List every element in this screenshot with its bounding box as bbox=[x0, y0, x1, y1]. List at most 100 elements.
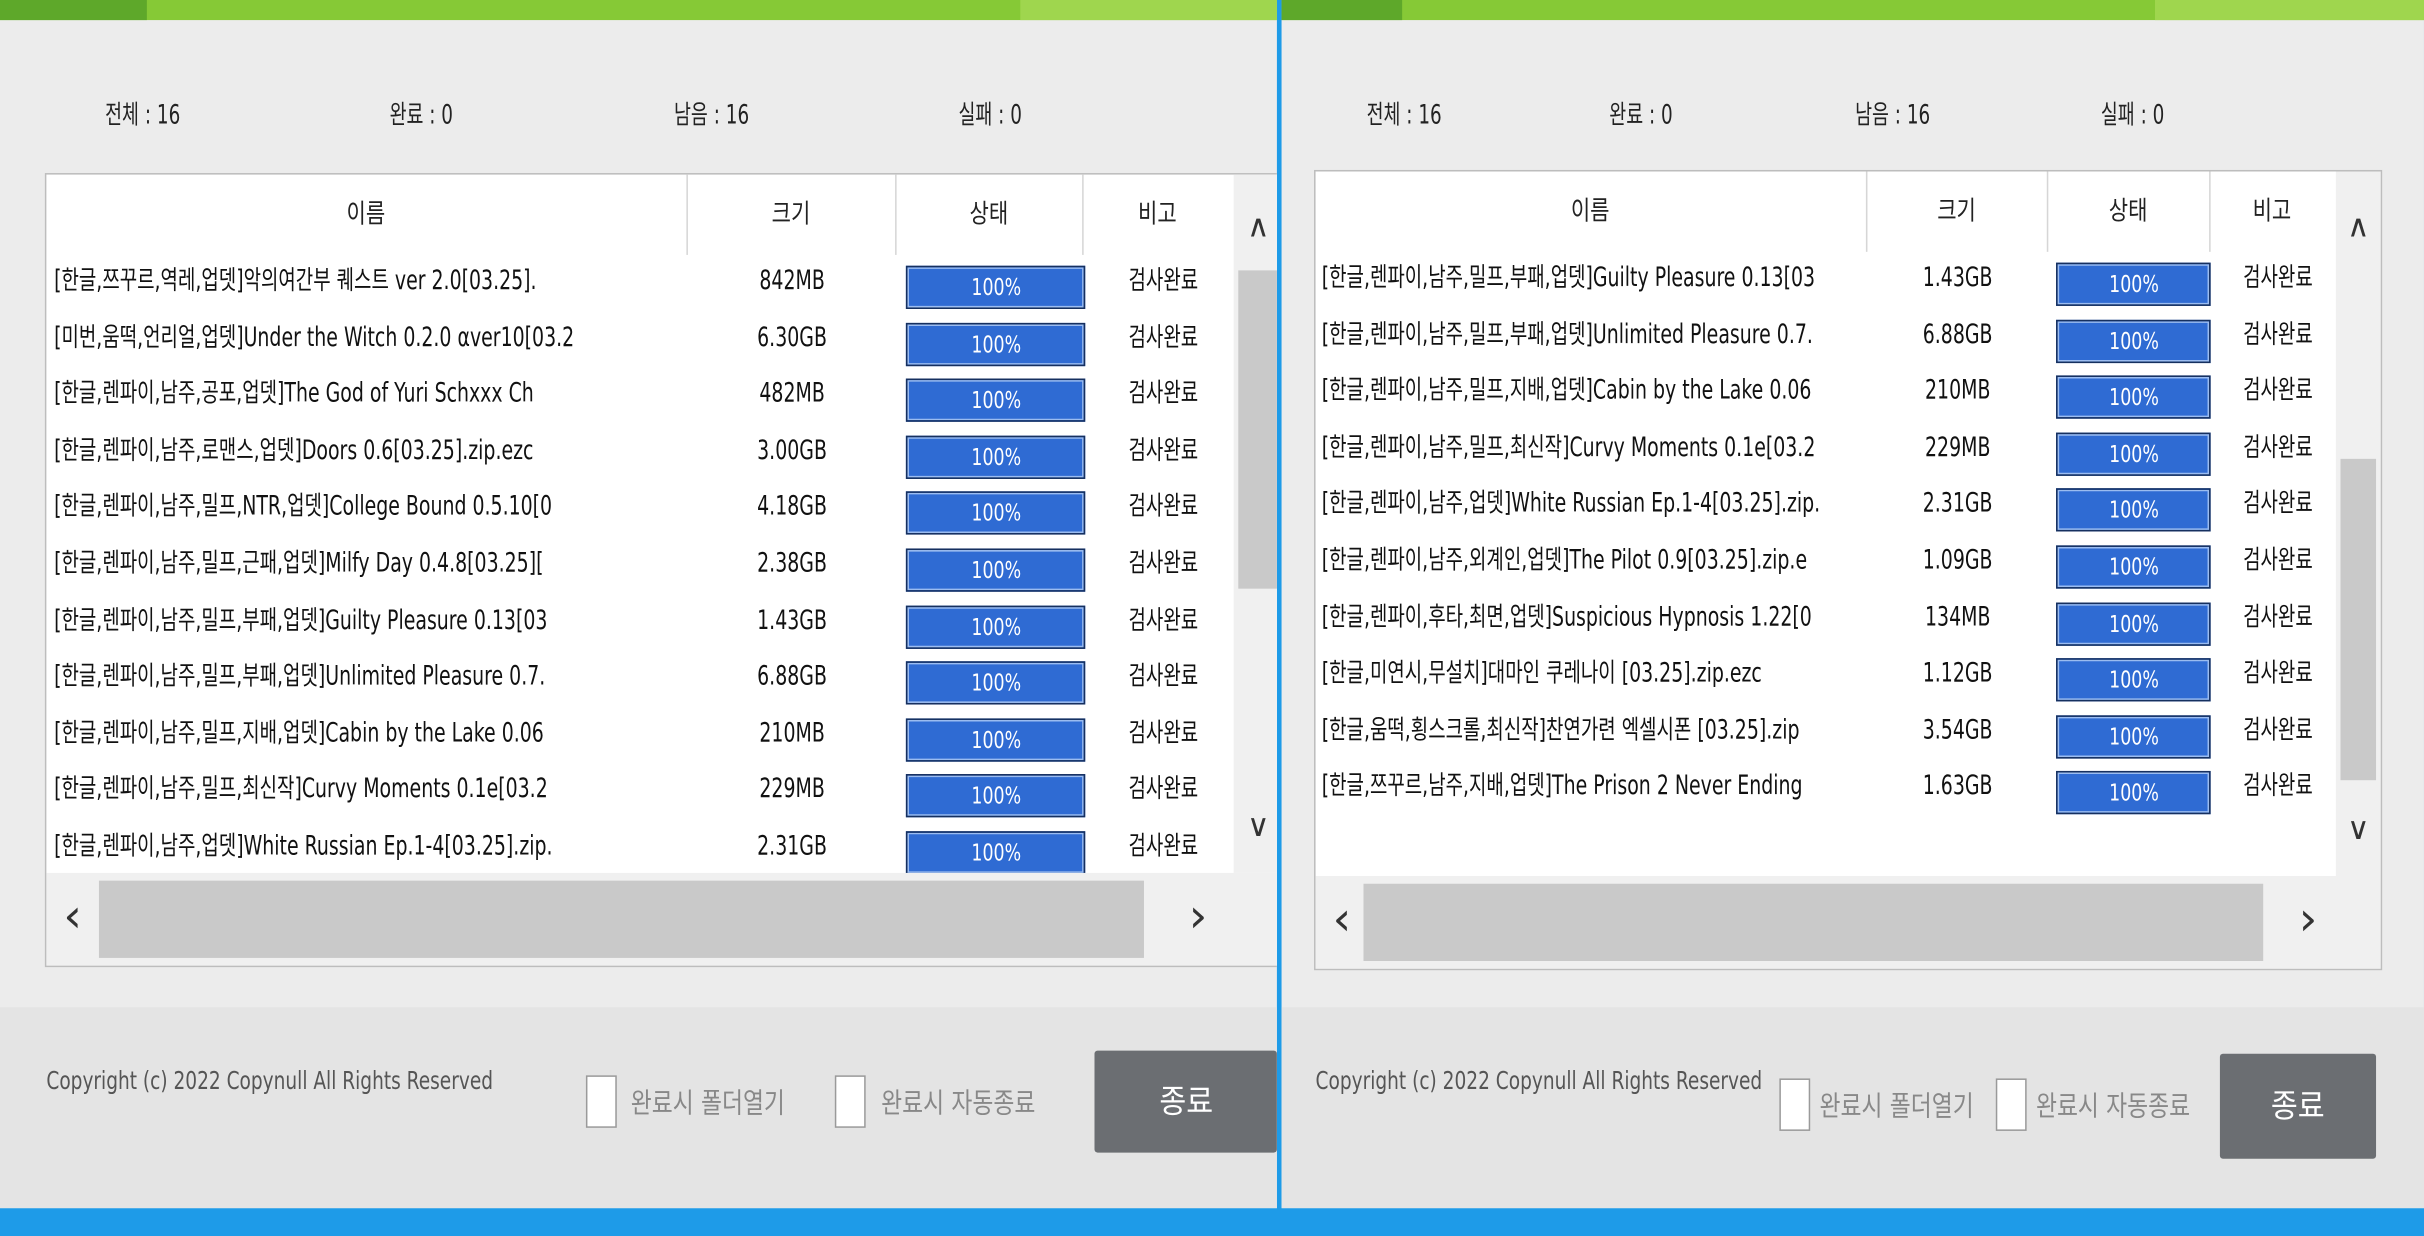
progress-bar: 100% bbox=[2056, 262, 2211, 306]
file-size: 482MB bbox=[758, 378, 825, 410]
progress-bar: 100% bbox=[905, 774, 1086, 818]
auto-close-label[interactable]: 완료시 자동종료 bbox=[881, 1082, 1035, 1122]
chevron-left-icon[interactable]: ‹ bbox=[1316, 876, 1369, 969]
col-header-name[interactable]: 이름 bbox=[1316, 171, 1866, 251]
chevron-left-icon[interactable]: ‹ bbox=[46, 873, 99, 966]
vertical-scrollbar[interactable]: ∧ ∨ bbox=[2335, 171, 2381, 877]
file-note: 검사완료 bbox=[2243, 601, 2313, 633]
chevron-up-icon[interactable]: ∧ bbox=[1234, 202, 1277, 248]
chevron-right-icon[interactable]: › bbox=[2282, 876, 2335, 969]
open-folder-checkbox[interactable] bbox=[585, 1075, 617, 1128]
file-name: [한글,렌파이,남주,업뎃]White Russian Ep.1-4[03.25… bbox=[1321, 488, 1821, 520]
table-row[interactable]: [한글,움떡,횡스크롤,최신작]찬연가련 엑셀시폰 [03.25].zip 3.5… bbox=[1316, 707, 2336, 764]
progress-bar: 100% bbox=[905, 322, 1086, 366]
progress-bar: 100% bbox=[905, 378, 1086, 423]
scrollbar-thumb[interactable] bbox=[98, 880, 1144, 958]
file-name: [한글,렌파이,후타,최면,업뎃]Suspicious Hypnosis 1.2… bbox=[1321, 601, 1812, 633]
col-header-size[interactable]: 크기 bbox=[1867, 171, 2046, 251]
col-header-note[interactable]: 비고 bbox=[2211, 171, 2335, 251]
table-row[interactable]: [한글,렌파이,남주,공포,업뎃]The God of Yuri Schxxx … bbox=[46, 371, 1233, 428]
vertical-scrollbar[interactable]: ∧ ∨ bbox=[1233, 174, 1277, 873]
left-window: 전체 : 16 완료 : 0 남음 : 16 실패 : 0 이름 크기 상태 비… bbox=[0, 0, 1277, 1209]
file-size: 842MB bbox=[758, 265, 825, 297]
file-name: [한글,렌파이,남주,밀프,부패,업뎃]Guilty Pleasure 0.13… bbox=[54, 605, 548, 636]
col-header-note[interactable]: 비고 bbox=[1084, 175, 1232, 255]
file-name: [한글,렌파이,남주,밀프,부패,업뎃]Unlimited Pleasure 0… bbox=[1321, 319, 1813, 351]
file-name: [한글,렌파이,남주,밀프,부패,업뎃]Guilty Pleasure 0.13… bbox=[1321, 262, 1816, 294]
footer-bar: Copyright (c) 2022 Copynull All Rights R… bbox=[1281, 1007, 2424, 1209]
close-button[interactable]: 종료 bbox=[2219, 1053, 2377, 1159]
progress-bar: 100% bbox=[905, 548, 1086, 592]
file-size: 1.43GB bbox=[756, 605, 827, 636]
overall-progress-bar bbox=[1281, 0, 2424, 21]
open-folder-label[interactable]: 완료시 폴더열기 bbox=[1820, 1085, 1974, 1125]
progress-bar: 100% bbox=[2056, 601, 2211, 646]
file-name: [한글,미연시,무설치]대마인 쿠레나이 [03.25].zip.ezc bbox=[1321, 658, 1762, 690]
table-row[interactable]: [한글,렌파이,남주,밀프,부패,업뎃]Unlimited Pleasure 0… bbox=[1316, 311, 2336, 368]
table-row[interactable]: [한글,쯔꾸르,남주,지배,업뎃]The Prison 2 Never Endi… bbox=[1316, 764, 2336, 821]
file-size: 134MB bbox=[1924, 601, 1990, 633]
file-note: 검사완료 bbox=[1128, 491, 1199, 523]
file-note: 검사완료 bbox=[1128, 435, 1199, 467]
table-row[interactable]: [한글,렌파이,남주,업뎃]White Russian Ep.1-4[03.25… bbox=[46, 823, 1233, 880]
scrollbar-thumb[interactable] bbox=[2340, 458, 2377, 781]
stat-failed: 실패 : 0 bbox=[958, 100, 1022, 132]
progress-bar: 100% bbox=[2056, 488, 2211, 533]
file-name: [한글,렌파이,남주,밀프,근패,업뎃]Milfy Day 0.4.8[03.2… bbox=[54, 548, 544, 580]
file-name: [한글,렌파이,남주,밀프,최신작]Curvy Moments 0.1e[03.… bbox=[54, 774, 548, 806]
table-row[interactable]: [한글,렌파이,남주,업뎃]White Russian Ep.1-4[03.25… bbox=[1316, 481, 2336, 538]
file-size: 1.09GB bbox=[1922, 545, 1992, 577]
col-header-status[interactable]: 상태 bbox=[2048, 171, 2209, 251]
table-row[interactable]: [한글,렌파이,남주,밀프,지배,업뎃]Cabin by the Lake 0.… bbox=[1316, 368, 2336, 425]
file-name: [한글,렌파이,남주,외계인,업뎃]The Pilot 0.9[03.25].z… bbox=[1321, 545, 1808, 577]
file-size: 6.30GB bbox=[756, 322, 827, 354]
progress-bar: 100% bbox=[2056, 319, 2211, 363]
file-name: [한글,쯔꾸르,남주,지배,업뎃]The Prison 2 Never Endi… bbox=[1321, 771, 1803, 803]
auto-close-checkbox[interactable] bbox=[834, 1075, 866, 1128]
table-row[interactable]: [미번,움떡,언리얼,업뎃]Under the Witch 0.2.0 αver… bbox=[46, 315, 1233, 372]
stats-bar: 전체 : 16 완료 : 0 남음 : 16 실패 : 0 bbox=[1282, 93, 2424, 133]
col-header-size[interactable]: 크기 bbox=[688, 175, 895, 255]
screen: 전체 : 16 완료 : 0 남음 : 16 실패 : 0 이름 크기 상태 비… bbox=[0, 0, 2424, 1236]
table-row[interactable]: [한글,렌파이,남주,외계인,업뎃]The Pilot 0.9[03.25].z… bbox=[1316, 538, 2336, 595]
col-header-status[interactable]: 상태 bbox=[897, 175, 1083, 255]
file-size: 229MB bbox=[758, 774, 825, 806]
table-row[interactable]: [한글,미연시,무설치]대마인 쿠레나이 [03.25].zip.ezc 1.12… bbox=[1316, 651, 2336, 708]
table-row[interactable]: [한글,렌파이,남주,밀프,근패,업뎃]Milfy Day 0.4.8[03.2… bbox=[46, 541, 1233, 598]
table-row[interactable]: [한글,렌파이,남주,밀프,부패,업뎃]Unlimited Pleasure 0… bbox=[46, 654, 1233, 711]
open-folder-label[interactable]: 완료시 폴더열기 bbox=[631, 1082, 785, 1122]
progress-bar: 100% bbox=[905, 718, 1086, 762]
auto-close-label[interactable]: 완료시 자동종료 bbox=[2036, 1085, 2190, 1125]
horizontal-scrollbar[interactable]: ‹ › bbox=[1315, 876, 2381, 969]
col-header-name[interactable]: 이름 bbox=[46, 175, 686, 255]
table-row[interactable]: [한글,렌파이,남주,밀프,최신작]Curvy Moments 0.1e[03.… bbox=[1316, 425, 2336, 482]
table-row[interactable]: [한글,렌파이,남주,밀프,NTR,업뎃]College Bound 0.5.1… bbox=[46, 484, 1233, 541]
file-size: 2.38GB bbox=[756, 548, 827, 580]
close-button[interactable]: 종료 bbox=[1094, 1050, 1277, 1153]
table-row[interactable]: [한글,렌파이,남주,밀프,부패,업뎃]Guilty Pleasure 0.13… bbox=[1316, 255, 2336, 312]
table-row[interactable]: [한글,렌파이,후타,최면,업뎃]Suspicious Hypnosis 1.2… bbox=[1316, 594, 2336, 651]
chevron-down-icon[interactable]: ∨ bbox=[1234, 802, 1277, 848]
file-note: 검사완료 bbox=[1128, 548, 1199, 580]
file-size: 3.00GB bbox=[756, 435, 827, 467]
table-row[interactable]: [한글,렌파이,남주,밀프,부패,업뎃]Guilty Pleasure 0.13… bbox=[46, 597, 1233, 654]
stat-failed: 실패 : 0 bbox=[2100, 100, 2165, 132]
file-list[interactable]: 이름 크기 상태 비고 [한글,쯔꾸르,역레,업뎃]악의여간부 퀘스트 ver … bbox=[44, 173, 1277, 968]
auto-close-checkbox[interactable] bbox=[1995, 1078, 2027, 1131]
file-size: 2.31GB bbox=[756, 831, 827, 863]
table-row[interactable]: [한글,렌파이,남주,로맨스,업뎃]Doors 0.6[03.25].zip.e… bbox=[46, 428, 1233, 485]
stats-bar: 전체 : 16 완료 : 0 남음 : 16 실패 : 0 bbox=[0, 93, 1277, 133]
scrollbar-thumb[interactable] bbox=[1238, 270, 1277, 589]
open-folder-checkbox[interactable] bbox=[1779, 1078, 1811, 1131]
chevron-right-icon[interactable]: › bbox=[1172, 873, 1225, 966]
horizontal-scrollbar[interactable]: ‹ › bbox=[46, 872, 1277, 966]
chevron-up-icon[interactable]: ∧ bbox=[2336, 202, 2381, 248]
chevron-down-icon[interactable]: ∨ bbox=[2336, 805, 2381, 851]
table-row[interactable]: [한글,렌파이,남주,밀프,지배,업뎃]Cabin by the Lake 0.… bbox=[46, 710, 1233, 767]
table-row[interactable]: [한글,쯔꾸르,역레,업뎃]악의여간부 퀘스트 ver 2.0[03.25]. 8… bbox=[46, 258, 1233, 315]
file-list[interactable]: 이름 크기 상태 비고 [한글,렌파이,남주,밀프,부패,업뎃]Guilty P… bbox=[1314, 169, 2383, 971]
scrollbar-thumb[interactable] bbox=[1363, 883, 2264, 961]
table-row[interactable]: [한글,렌파이,남주,밀프,최신작]Curvy Moments 0.1e[03.… bbox=[46, 767, 1233, 824]
progress-bar: 100% bbox=[2056, 432, 2211, 476]
progress-bar: 100% bbox=[905, 265, 1086, 309]
